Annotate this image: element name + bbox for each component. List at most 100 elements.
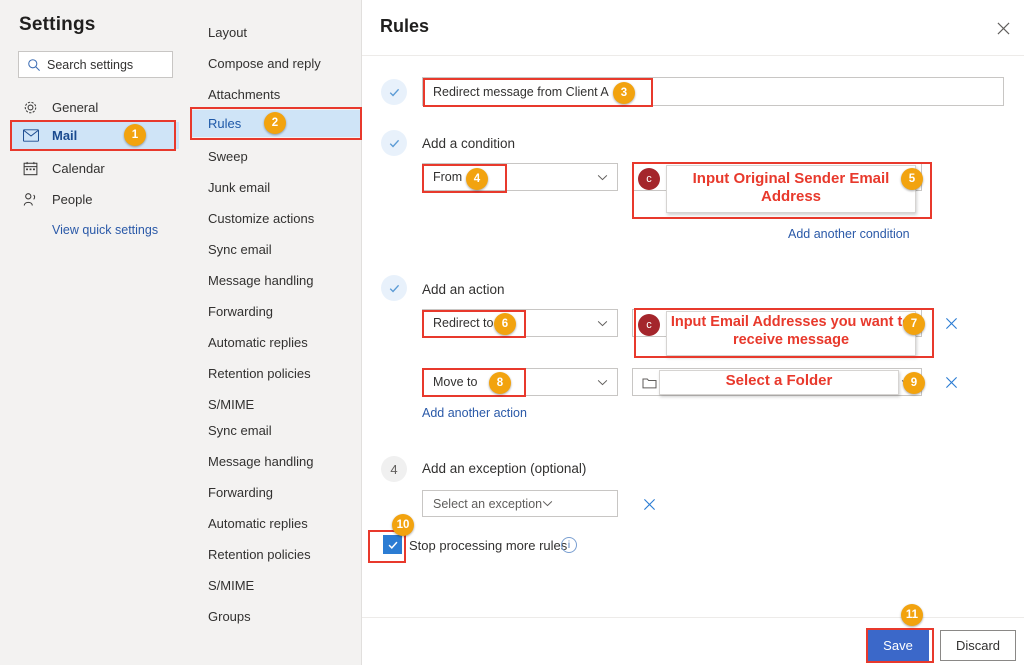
badge-2: 2 xyxy=(264,112,286,134)
search-settings-box[interactable] xyxy=(18,51,173,78)
subnav-item-smime-2[interactable]: S/MIME xyxy=(190,572,362,599)
subnav-item-retention-policies-2[interactable]: Retention policies xyxy=(190,541,362,568)
add-another-action-link[interactable]: Add another action xyxy=(422,406,527,420)
step-check-action xyxy=(381,275,407,301)
mail-subnav: Layout Compose and reply Attachments Rul… xyxy=(190,0,362,665)
chevron-down-icon xyxy=(597,320,608,327)
subnav-item-layout[interactable]: Layout xyxy=(190,19,362,46)
subnav-item-label: Sweep xyxy=(208,149,248,164)
subnav-item-forwarding-2[interactable]: Forwarding xyxy=(190,479,362,506)
subnav-item-label: Sync email xyxy=(208,242,272,257)
action-value-overlay-text-1: Input Email Addresses you want to receiv… xyxy=(670,314,912,348)
step-number-exception: 4 xyxy=(381,456,407,482)
subnav-item-label: Groups xyxy=(208,609,251,624)
subnav-item-label: Retention policies xyxy=(208,366,311,381)
subnav-item-label: Customize actions xyxy=(208,211,315,226)
subnav-item-smime[interactable]: S/MIME xyxy=(190,391,362,418)
subnav-item-label: Sync email xyxy=(208,423,272,438)
subnav-item-label: Automatic replies xyxy=(208,335,308,350)
badge-11: 11 xyxy=(901,604,923,626)
people-icon xyxy=(22,191,39,208)
subnav-item-label: Message handling xyxy=(208,454,314,469)
save-button-label: Save xyxy=(883,638,913,653)
action-type-value-2: Move to xyxy=(433,375,478,389)
remove-action-button-2[interactable] xyxy=(942,373,960,391)
subnav-item-attachments[interactable]: Attachments xyxy=(190,81,362,108)
panel-title: Rules xyxy=(380,16,430,36)
subnav-item-groups[interactable]: Groups xyxy=(190,603,362,630)
subnav-item-sync-email[interactable]: Sync email xyxy=(190,236,362,263)
sidebar-item-label: People xyxy=(52,192,93,207)
settings-dialog: Settings General xyxy=(0,0,1024,665)
exception-placeholder: Select an exception xyxy=(433,496,543,511)
envelope-icon xyxy=(22,127,39,144)
folder-icon xyxy=(642,376,657,389)
step-check-condition xyxy=(381,130,407,156)
add-another-condition-link[interactable]: Add another condition xyxy=(788,227,910,241)
badge-1: 1 xyxy=(124,124,146,146)
subnav-item-sync-email-2[interactable]: Sync email xyxy=(190,417,362,444)
discard-button-label: Discard xyxy=(955,638,1001,653)
condition-heading: Add a condition xyxy=(422,136,516,151)
subnav-item-forwarding[interactable]: Forwarding xyxy=(190,298,362,325)
badge-10: 10 xyxy=(392,514,414,536)
exception-select[interactable]: Select an exception xyxy=(422,490,618,517)
search-input[interactable] xyxy=(47,57,157,72)
subnav-item-message-handling[interactable]: Message handling xyxy=(190,267,362,294)
save-button[interactable]: Save xyxy=(867,630,929,661)
subnav-item-label: Junk email xyxy=(208,180,271,195)
stop-processing-checkbox[interactable] xyxy=(383,535,402,554)
subnav-item-junk-email[interactable]: Junk email xyxy=(190,174,362,201)
remove-action-button-1[interactable] xyxy=(942,314,960,332)
discard-button[interactable]: Discard xyxy=(940,630,1016,661)
subnav-item-compose-and-reply[interactable]: Compose and reply xyxy=(190,50,362,77)
info-icon[interactable]: i xyxy=(561,537,577,553)
subnav-item-label: Attachments xyxy=(208,87,281,102)
subnav-item-automatic-replies[interactable]: Automatic replies xyxy=(190,329,362,356)
sidebar-item-calendar[interactable]: Calendar xyxy=(11,155,179,182)
step-check-name xyxy=(381,79,407,105)
view-quick-settings-link[interactable]: View quick settings xyxy=(52,223,158,237)
panel-header xyxy=(362,0,1024,56)
step-number-value: 4 xyxy=(390,461,398,477)
sidebar-item-general[interactable]: General xyxy=(11,94,179,121)
subnav-item-customize-actions[interactable]: Customize actions xyxy=(190,205,362,232)
footer-divider xyxy=(362,617,1024,618)
avatar-initial: c xyxy=(646,319,652,331)
badge-4: 4 xyxy=(466,168,488,190)
subnav-item-retention-policies[interactable]: Retention policies xyxy=(190,360,362,387)
sidebar-item-people[interactable]: People xyxy=(11,186,179,213)
subnav-item-label: Layout xyxy=(208,25,248,40)
action-heading: Add an action xyxy=(422,282,505,297)
badge-3: 3 xyxy=(613,82,635,104)
avatar: c xyxy=(638,168,660,190)
condition-type-select[interactable]: From xyxy=(422,163,618,191)
chevron-down-icon xyxy=(597,379,608,386)
calendar-icon xyxy=(22,160,39,177)
rule-name-value: Redirect message from Client A xyxy=(433,84,609,99)
subnav-item-message-handling-2[interactable]: Message handling xyxy=(190,448,362,475)
subnav-item-label: S/MIME xyxy=(208,578,255,593)
remove-exception-button[interactable] xyxy=(640,495,658,513)
subnav-item-label: Compose and reply xyxy=(208,56,321,71)
badge-6: 6 xyxy=(494,313,516,335)
sidebar-item-mail[interactable]: Mail xyxy=(11,122,179,149)
subnav-item-automatic-replies-2[interactable]: Automatic replies xyxy=(190,510,362,537)
action-type-select-2[interactable]: Move to xyxy=(422,368,618,396)
exception-heading: Add an exception (optional) xyxy=(422,461,587,476)
action-type-select-1[interactable]: Redirect to xyxy=(422,309,618,337)
subnav-item-label: Rules xyxy=(208,116,242,131)
condition-value-overlay-text: Input Original Sender Email Address xyxy=(692,170,890,206)
settings-sidebar: Settings General xyxy=(0,0,190,665)
sidebar-item-label: Mail xyxy=(52,128,78,143)
search-icon xyxy=(27,58,41,72)
page-title: Settings xyxy=(19,14,96,35)
close-icon[interactable] xyxy=(992,17,1014,39)
badge-7: 7 xyxy=(903,313,925,335)
rules-panel: Rules Redirect message from Client A Add… xyxy=(362,0,1024,665)
subnav-item-sweep[interactable]: Sweep xyxy=(190,143,362,170)
rule-name-input[interactable]: Redirect message from Client A xyxy=(422,77,1004,106)
stop-processing-label: Stop processing more rules xyxy=(409,538,568,553)
gear-icon xyxy=(22,99,39,116)
folder-overlay-text: Select a Folder xyxy=(725,372,833,389)
